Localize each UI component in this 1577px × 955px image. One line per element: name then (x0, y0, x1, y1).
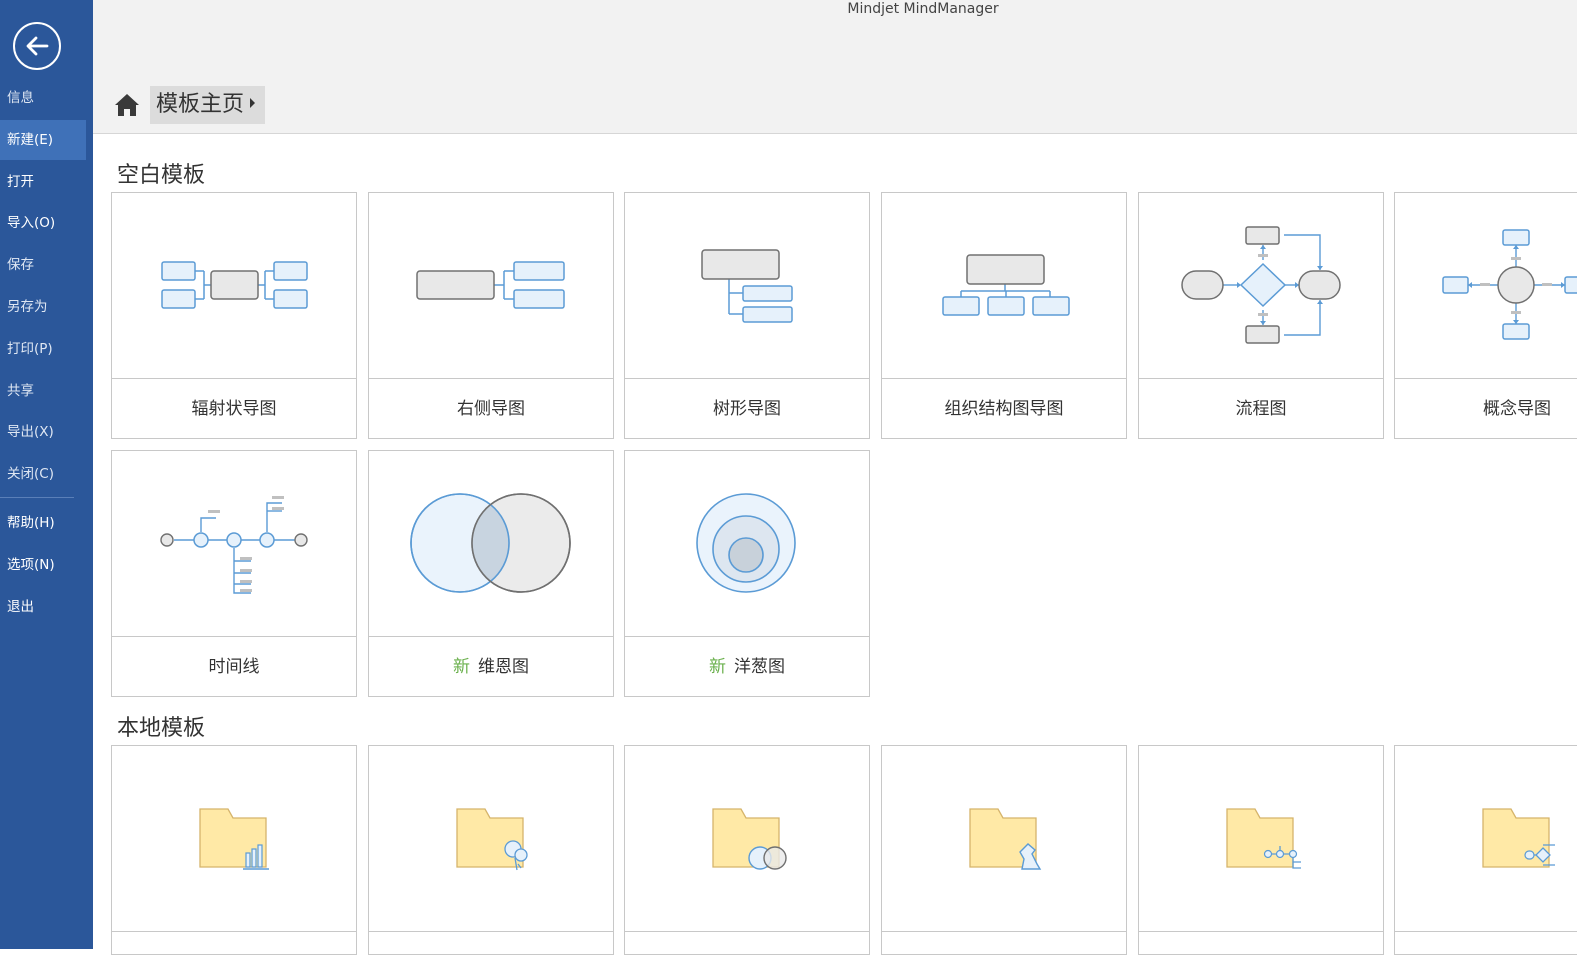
folder-strategy-icon (969, 808, 1042, 870)
template-label (625, 931, 869, 954)
home-icon[interactable] (113, 92, 141, 122)
flowchart-icon (1181, 226, 1341, 344)
section-title-local: 本地模板 (117, 716, 206, 741)
local-template-folder[interactable] (368, 745, 614, 955)
app-title: Mindjet MindManager (847, 1, 999, 17)
local-template-folder[interactable] (1138, 745, 1384, 955)
sidebar-item-print[interactable]: 打印(P) (0, 329, 86, 369)
venn-diagram-icon (410, 493, 571, 593)
sidebar-item-info[interactable]: 信息 (0, 78, 86, 118)
template-label: 流程图 (1139, 378, 1383, 438)
folder-chart-icon (199, 808, 269, 870)
chevron-right-icon (250, 98, 256, 108)
sidebar-item-exit[interactable]: 退出 (0, 587, 86, 627)
template-label: 概念导图 (1395, 378, 1577, 438)
local-template-folder[interactable] (881, 745, 1127, 955)
breadcrumb-label: 模板主页 (156, 92, 245, 117)
header-bar: Mindjet MindManager 模板主页 (93, 0, 1577, 134)
sidebar-item-close[interactable]: 关闭(C) (0, 454, 86, 494)
right-map-icon (416, 261, 565, 309)
template-label: 时间线 (112, 636, 356, 696)
template-tile-tree[interactable]: 树形导图 (624, 192, 870, 439)
template-label (112, 931, 356, 954)
back-button[interactable] (13, 22, 61, 70)
sidebar-item-help[interactable]: 帮助(H) (0, 503, 86, 543)
template-tile-onion[interactable]: 新洋葱图 (624, 450, 870, 697)
template-label: 新洋葱图 (625, 636, 869, 696)
sidebar-divider (0, 497, 74, 498)
new-badge: 新 (453, 657, 470, 677)
folder-ideas-icon (456, 808, 528, 871)
sidebar-item-export[interactable]: 导出(X) (0, 412, 86, 452)
sidebar-item-new[interactable]: 新建(E) (0, 120, 86, 160)
breadcrumb[interactable]: 模板主页 (150, 86, 266, 124)
org-chart-icon (942, 254, 1070, 316)
template-label: 组织结构图导图 (882, 378, 1126, 438)
local-template-folder[interactable] (111, 745, 357, 955)
folder-process-icon (1226, 808, 1301, 869)
tree-map-icon (701, 249, 793, 323)
timeline-icon (160, 496, 308, 594)
template-tile-concept-map[interactable]: 概念导图 (1394, 192, 1577, 439)
new-badge: 新 (709, 657, 726, 677)
template-tile-venn[interactable]: 新维恩图 (368, 450, 614, 697)
template-label (1139, 931, 1383, 954)
template-tile-right-map[interactable]: 右侧导图 (368, 192, 614, 439)
sidebar-item-save-as[interactable]: 另存为 (0, 287, 86, 327)
template-tile-org-chart[interactable]: 组织结构图导图 (881, 192, 1127, 439)
radial-map-icon (161, 261, 308, 309)
local-template-folder[interactable] (1394, 745, 1577, 955)
arrow-left-icon (26, 36, 49, 56)
onion-diagram-icon (696, 493, 796, 593)
template-tile-flowchart[interactable]: 流程图 (1138, 192, 1384, 439)
folder-venn-icon (712, 808, 787, 870)
template-label (1395, 931, 1577, 954)
sidebar-item-share[interactable]: 共享 (0, 371, 86, 411)
sidebar-item-open[interactable]: 打开 (0, 162, 86, 202)
template-tile-timeline[interactable]: 时间线 (111, 450, 357, 697)
section-title-blank: 空白模板 (117, 163, 206, 188)
sidebar-item-import[interactable]: 导入(O) (0, 203, 86, 243)
sidebar-item-save[interactable]: 保存 (0, 245, 86, 285)
sidebar-item-options[interactable]: 选项(N) (0, 545, 86, 585)
template-label: 辐射状导图 (112, 378, 356, 438)
backstage-sidebar: 信息 新建(E) 打开 导入(O) 保存 另存为 打印(P) 共享 导出(X) … (0, 0, 93, 949)
template-label (369, 931, 613, 954)
template-label: 新维恩图 (369, 636, 613, 696)
local-template-folder[interactable] (624, 745, 870, 955)
template-label: 树形导图 (625, 378, 869, 438)
folder-flow-icon (1482, 808, 1555, 868)
template-label (882, 931, 1126, 954)
template-tile-radial[interactable]: 辐射状导图 (111, 192, 357, 439)
concept-map-icon (1442, 229, 1577, 340)
template-label: 右侧导图 (369, 378, 613, 438)
